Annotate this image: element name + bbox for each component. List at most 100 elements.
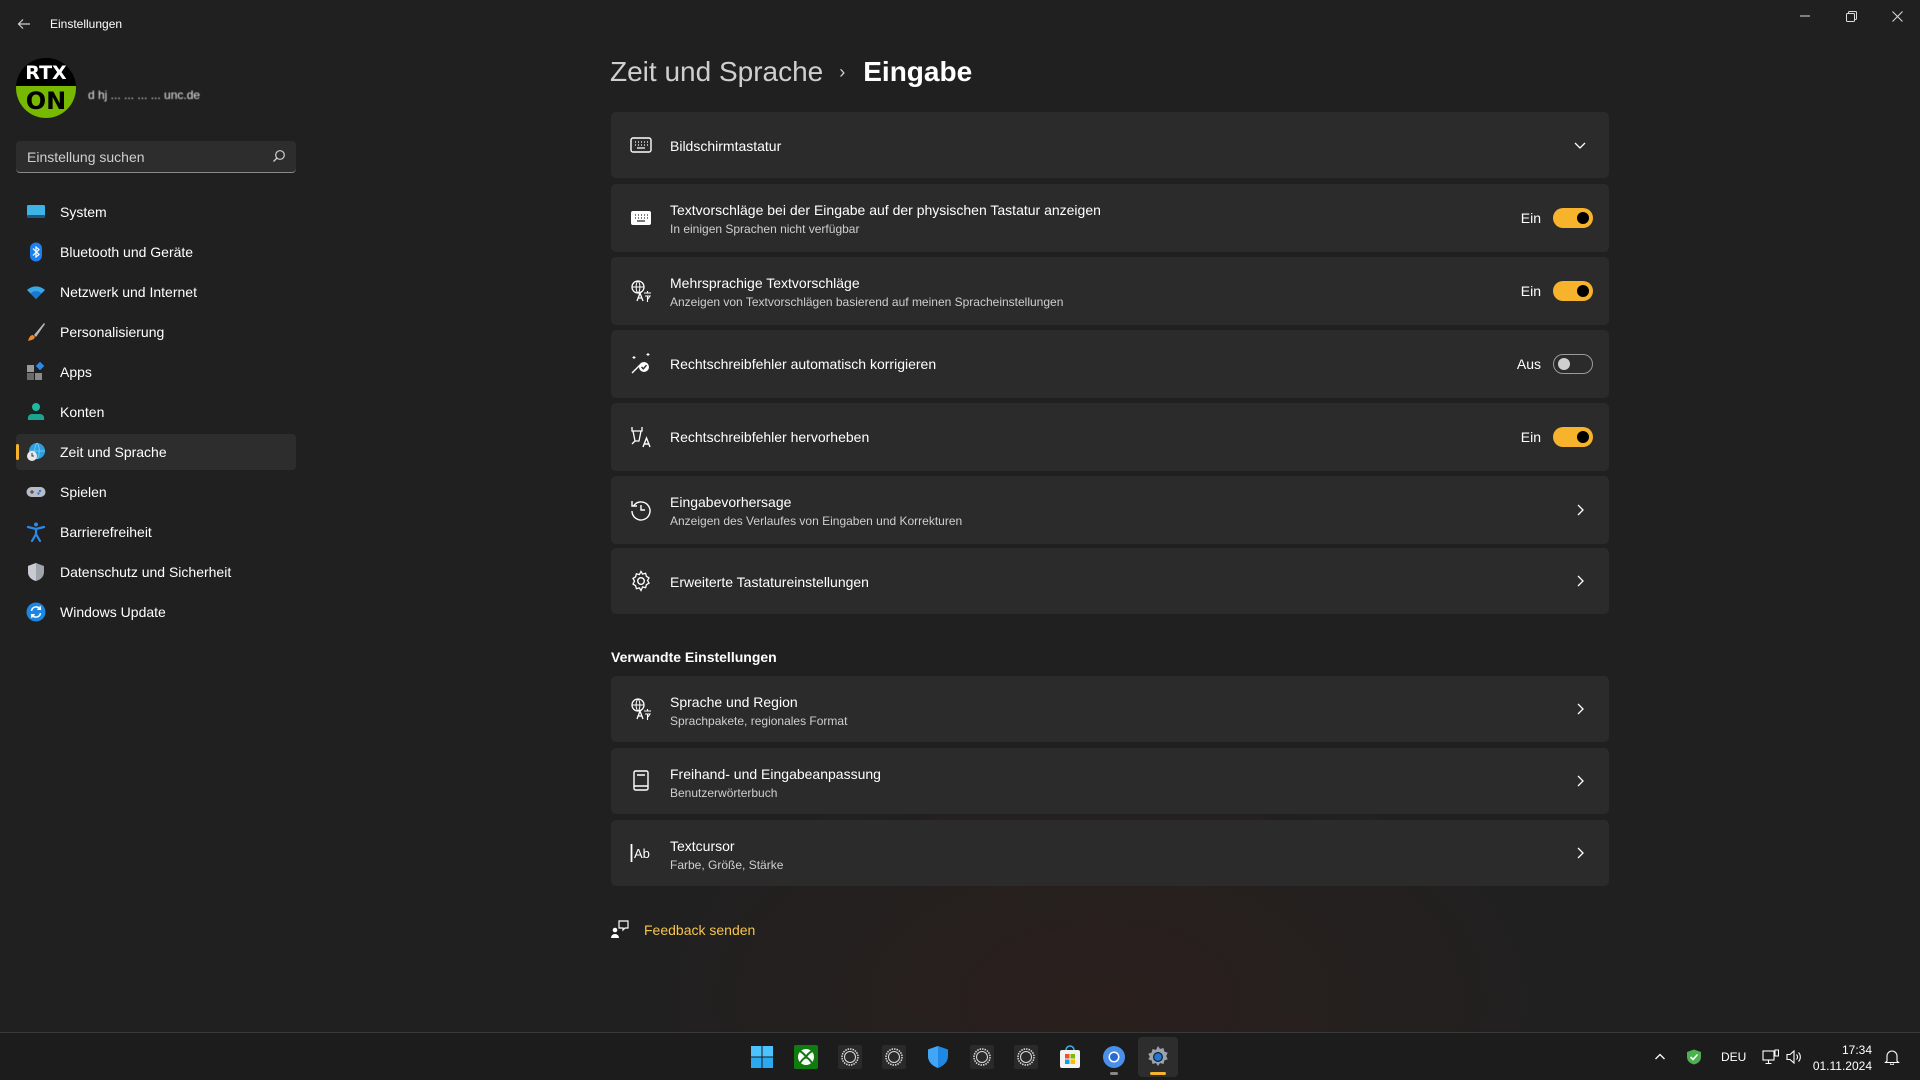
toggle-switch[interactable]: [1553, 281, 1593, 301]
sidebar-item-windows-update[interactable]: Windows Update: [16, 594, 296, 630]
sidebar-item-label: Apps: [60, 364, 92, 380]
setting-title: Bildschirmtastatur: [670, 138, 782, 154]
chevron-right-icon: [1577, 775, 1584, 787]
setting-input-prediction[interactable]: Eingabevorhersage Anzeigen des Verlaufes…: [611, 476, 1609, 544]
clock-date: 01.11.2024: [1812, 1059, 1872, 1073]
bell-icon: [1884, 1050, 1900, 1065]
close-button[interactable]: [1874, 0, 1920, 32]
keyboard-filled-icon: [631, 211, 651, 225]
notifications-button[interactable]: [1884, 1033, 1900, 1080]
toggle-state-label: Ein: [1520, 429, 1541, 445]
minimize-icon: [1800, 15, 1810, 17]
taskbar-app-cctx-3[interactable]: [962, 1037, 1002, 1077]
cctx-icon: [1014, 1045, 1038, 1069]
sidebar-item-accounts[interactable]: Konten: [16, 394, 296, 430]
gear-icon: [632, 570, 650, 592]
toggle-state-label: Ein: [1520, 210, 1541, 226]
windows-start-icon: [751, 1046, 773, 1068]
chevron-right-icon: [1577, 703, 1584, 715]
tray-network-button[interactable]: [1762, 1033, 1780, 1080]
taskbar-app-cctx-1[interactable]: [830, 1037, 870, 1077]
taskbar-app-store[interactable]: [1050, 1037, 1090, 1077]
taskbar-app-xbox[interactable]: [786, 1037, 826, 1077]
avatar-text-top: RTX: [16, 58, 76, 86]
history-icon: [631, 501, 651, 521]
taskbar: DEU 17:34 01.11.2024: [0, 1032, 1920, 1080]
setting-multilingual-suggestions[interactable]: Mehrsprachige Textvorschläge Anzeigen vo…: [611, 257, 1609, 325]
feedback-link[interactable]: Feedback senden: [611, 920, 755, 938]
title-bar: Einstellungen: [0, 0, 1920, 48]
toggle-state-label: Ein: [1520, 283, 1541, 299]
setting-title: Mehrsprachige Textvorschläge: [670, 275, 860, 291]
settings-search[interactable]: [16, 141, 296, 173]
sidebar-item-system[interactable]: System: [16, 194, 296, 230]
sidebar-item-personalization[interactable]: Personalisierung: [16, 314, 296, 350]
settings-window: Einstellungen RTX ON d hj ... ... ... ..…: [0, 0, 1920, 1032]
globe-clock-icon: [27, 442, 45, 461]
tray-language[interactable]: DEU: [1721, 1033, 1746, 1080]
clock-time: 17:34: [1841, 1043, 1872, 1057]
setting-physical-keyboard-suggestions[interactable]: Textvorschläge bei der Eingabe auf der p…: [611, 184, 1609, 252]
chevron-down-icon[interactable]: [1573, 138, 1587, 152]
restore-button[interactable]: [1828, 0, 1874, 32]
back-button[interactable]: [12, 12, 36, 36]
apps-icon: [27, 362, 45, 380]
avatar-text-bottom: ON: [16, 86, 76, 118]
toggle-switch[interactable]: [1553, 354, 1593, 374]
sidebar-item-apps[interactable]: Apps: [16, 354, 296, 390]
breadcrumb-separator: ›: [839, 61, 846, 82]
minimize-button[interactable]: [1782, 0, 1828, 32]
related-handwriting-input[interactable]: Freihand- und Eingabeanpassung Benutzerw…: [611, 748, 1609, 814]
taskbar-start-button[interactable]: [742, 1037, 782, 1077]
defender-shield-icon: [928, 1046, 948, 1068]
taskbar-app-chromium[interactable]: [1094, 1037, 1134, 1077]
setting-on-screen-keyboard[interactable]: Bildschirmtastatur: [611, 112, 1609, 178]
network-wired-icon: [1762, 1049, 1779, 1065]
sidebar-item-network[interactable]: Netzwerk und Internet: [16, 274, 296, 310]
taskbar-app-settings[interactable]: [1138, 1037, 1178, 1077]
setting-subtitle: Anzeigen von Textvorschlägen basierend a…: [670, 295, 1064, 309]
setting-title: Sprache und Region: [670, 694, 798, 710]
tray-security-icon-button[interactable]: [1686, 1033, 1702, 1080]
accessibility-icon: [26, 522, 46, 542]
tray-volume-button[interactable]: [1786, 1033, 1802, 1080]
search-icon[interactable]: [272, 149, 286, 163]
store-icon: [1060, 1045, 1080, 1068]
page-title: Eingabe: [863, 56, 973, 87]
setting-subtitle: Anzeigen des Verlaufes von Eingaben und …: [670, 514, 963, 528]
chevron-right-icon: [1577, 504, 1584, 516]
avatar: RTX ON: [16, 58, 76, 118]
setting-subtitle: Sprachpakete, regionales Format: [670, 714, 848, 728]
update-icon: [26, 602, 46, 622]
language-icon: [631, 280, 652, 302]
feedback-label[interactable]: Feedback senden: [644, 922, 755, 938]
svg-text:Ab: Ab: [634, 846, 650, 861]
sidebar-item-accessibility[interactable]: Barrierefreiheit: [16, 514, 296, 550]
setting-highlight-misspelled[interactable]: Rechtschreibfehler hervorheben Ein: [611, 403, 1609, 471]
taskbar-app-cctx-4[interactable]: [1006, 1037, 1046, 1077]
related-language-region[interactable]: Sprache und Region Sprachpakete, regiona…: [611, 676, 1609, 742]
settings-gear-icon: [1148, 1046, 1168, 1066]
sidebar-item-bluetooth[interactable]: Bluetooth und Geräte: [16, 234, 296, 270]
setting-title: Freihand- und Eingabeanpassung: [670, 766, 881, 782]
related-text-cursor[interactable]: Ab Textcursor Farbe, Größe, Stärke: [611, 820, 1609, 886]
sidebar-item-gaming[interactable]: Spielen: [16, 474, 296, 510]
setting-advanced-keyboard[interactable]: Erweiterte Tastatureinstellungen: [611, 548, 1609, 614]
toggle-switch[interactable]: [1553, 427, 1593, 447]
setting-autocorrect[interactable]: Rechtschreibfehler automatisch korrigier…: [611, 330, 1609, 398]
taskbar-app-cctx-2[interactable]: [874, 1037, 914, 1077]
text-cursor-icon: Ab: [630, 844, 650, 862]
tray-overflow-button[interactable]: [1654, 1033, 1666, 1080]
breadcrumb-parent[interactable]: Zeit und Sprache: [610, 56, 823, 88]
chevron-up-icon: [1655, 1053, 1665, 1060]
toggle-switch[interactable]: [1553, 208, 1593, 228]
taskbar-app-defender[interactable]: [918, 1037, 958, 1077]
setting-subtitle: Benutzerwörterbuch: [670, 786, 778, 800]
taskbar-clock[interactable]: 17:34 01.11.2024: [1808, 1042, 1872, 1074]
active-indicator: [1150, 1072, 1166, 1075]
sidebar-item-time-language[interactable]: Zeit und Sprache: [16, 434, 296, 470]
sidebar-item-privacy[interactable]: Datenschutz und Sicherheit: [16, 554, 296, 590]
search-input[interactable]: [16, 141, 256, 172]
app-title: Einstellungen: [50, 17, 123, 31]
setting-title: Textcursor: [670, 838, 735, 854]
